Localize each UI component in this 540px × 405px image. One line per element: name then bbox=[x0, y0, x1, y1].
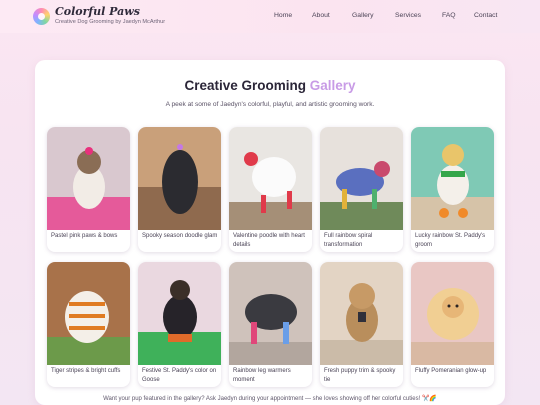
nav-contact[interactable]: Contact bbox=[474, 12, 497, 19]
brand-tagline: Creative Dog Grooming by Jaedyn McArthur bbox=[55, 19, 166, 25]
nav-faq[interactable]: FAQ bbox=[442, 12, 456, 19]
gallery-photo bbox=[138, 262, 221, 365]
gallery-caption: Lucky rainbow St. Paddy's groom bbox=[415, 233, 486, 248]
brand-name[interactable]: Colorful Paws bbox=[55, 5, 165, 18]
gallery-item-9[interactable]: Fresh puppy trim & spooky tie bbox=[320, 262, 403, 387]
gallery-caption: Fresh puppy trim & spooky tie bbox=[324, 368, 396, 383]
gallery-photo bbox=[411, 127, 494, 230]
gallery-caption: Festive St. Paddy's color on Goose bbox=[142, 368, 217, 383]
gallery-photo bbox=[411, 262, 494, 365]
gallery-item-5[interactable]: Lucky rainbow St. Paddy's groom bbox=[411, 127, 494, 252]
gallery-item-3[interactable]: Valentine poodle with heart details bbox=[229, 127, 312, 252]
gallery-photo bbox=[47, 262, 130, 365]
nav-gallery[interactable]: Gallery bbox=[352, 12, 374, 19]
gallery-photo bbox=[47, 127, 130, 230]
gallery-photo bbox=[229, 262, 312, 365]
nav-services[interactable]: Services bbox=[395, 12, 421, 19]
gallery-item-10[interactable]: Fluffy Pomeranian glow-up bbox=[411, 262, 494, 387]
gallery-item-7[interactable]: Festive St. Paddy's color on Goose bbox=[138, 262, 221, 387]
gallery-caption: Full rainbow spiral transformation bbox=[324, 233, 373, 248]
gallery-photo bbox=[320, 262, 403, 365]
gallery-caption: Tiger stripes & bright cuffs bbox=[51, 368, 121, 374]
gallery-item-8[interactable]: Rainbow leg warmers moment bbox=[229, 262, 312, 387]
footer-note: Want your pup featured in the gallery? A… bbox=[103, 396, 437, 402]
gallery-caption: Pastel pink paws & bows bbox=[51, 233, 118, 239]
brand[interactable]: Colorful Paws Creative Dog Grooming by J… bbox=[55, 5, 165, 26]
gallery-caption: Fluffy Pomeranian glow-up bbox=[415, 368, 487, 374]
gallery-item-2[interactable]: Spooky season doodle glam bbox=[138, 127, 221, 252]
nav-about[interactable]: About bbox=[312, 12, 330, 19]
gallery-photo bbox=[229, 127, 312, 230]
gallery-photo bbox=[138, 127, 221, 230]
paw-rainbow-icon[interactable] bbox=[33, 8, 50, 25]
title-main: Creative Grooming bbox=[184, 78, 306, 93]
gallery-caption: Valentine poodle with heart details bbox=[233, 233, 305, 248]
gallery-item-6[interactable]: Tiger stripes & bright cuffs bbox=[47, 262, 130, 387]
page-title: Creative Grooming Gallery bbox=[0, 78, 540, 93]
gallery-item-1[interactable]: Pastel pink paws & bows bbox=[47, 127, 130, 252]
nav-home[interactable]: Home bbox=[274, 12, 292, 19]
gallery-photo bbox=[320, 127, 403, 230]
gallery-caption: Rainbow leg warmers moment bbox=[233, 368, 291, 383]
gallery-caption: Spooky season doodle glam bbox=[142, 233, 218, 239]
title-accent: Gallery bbox=[309, 78, 356, 93]
gallery-item-4[interactable]: Full rainbow spiral transformation bbox=[320, 127, 403, 252]
page-subtitle: A peek at some of Jaedyn's colorful, pla… bbox=[165, 101, 375, 108]
site-header: Colorful Paws Creative Dog Grooming by J… bbox=[0, 0, 540, 33]
